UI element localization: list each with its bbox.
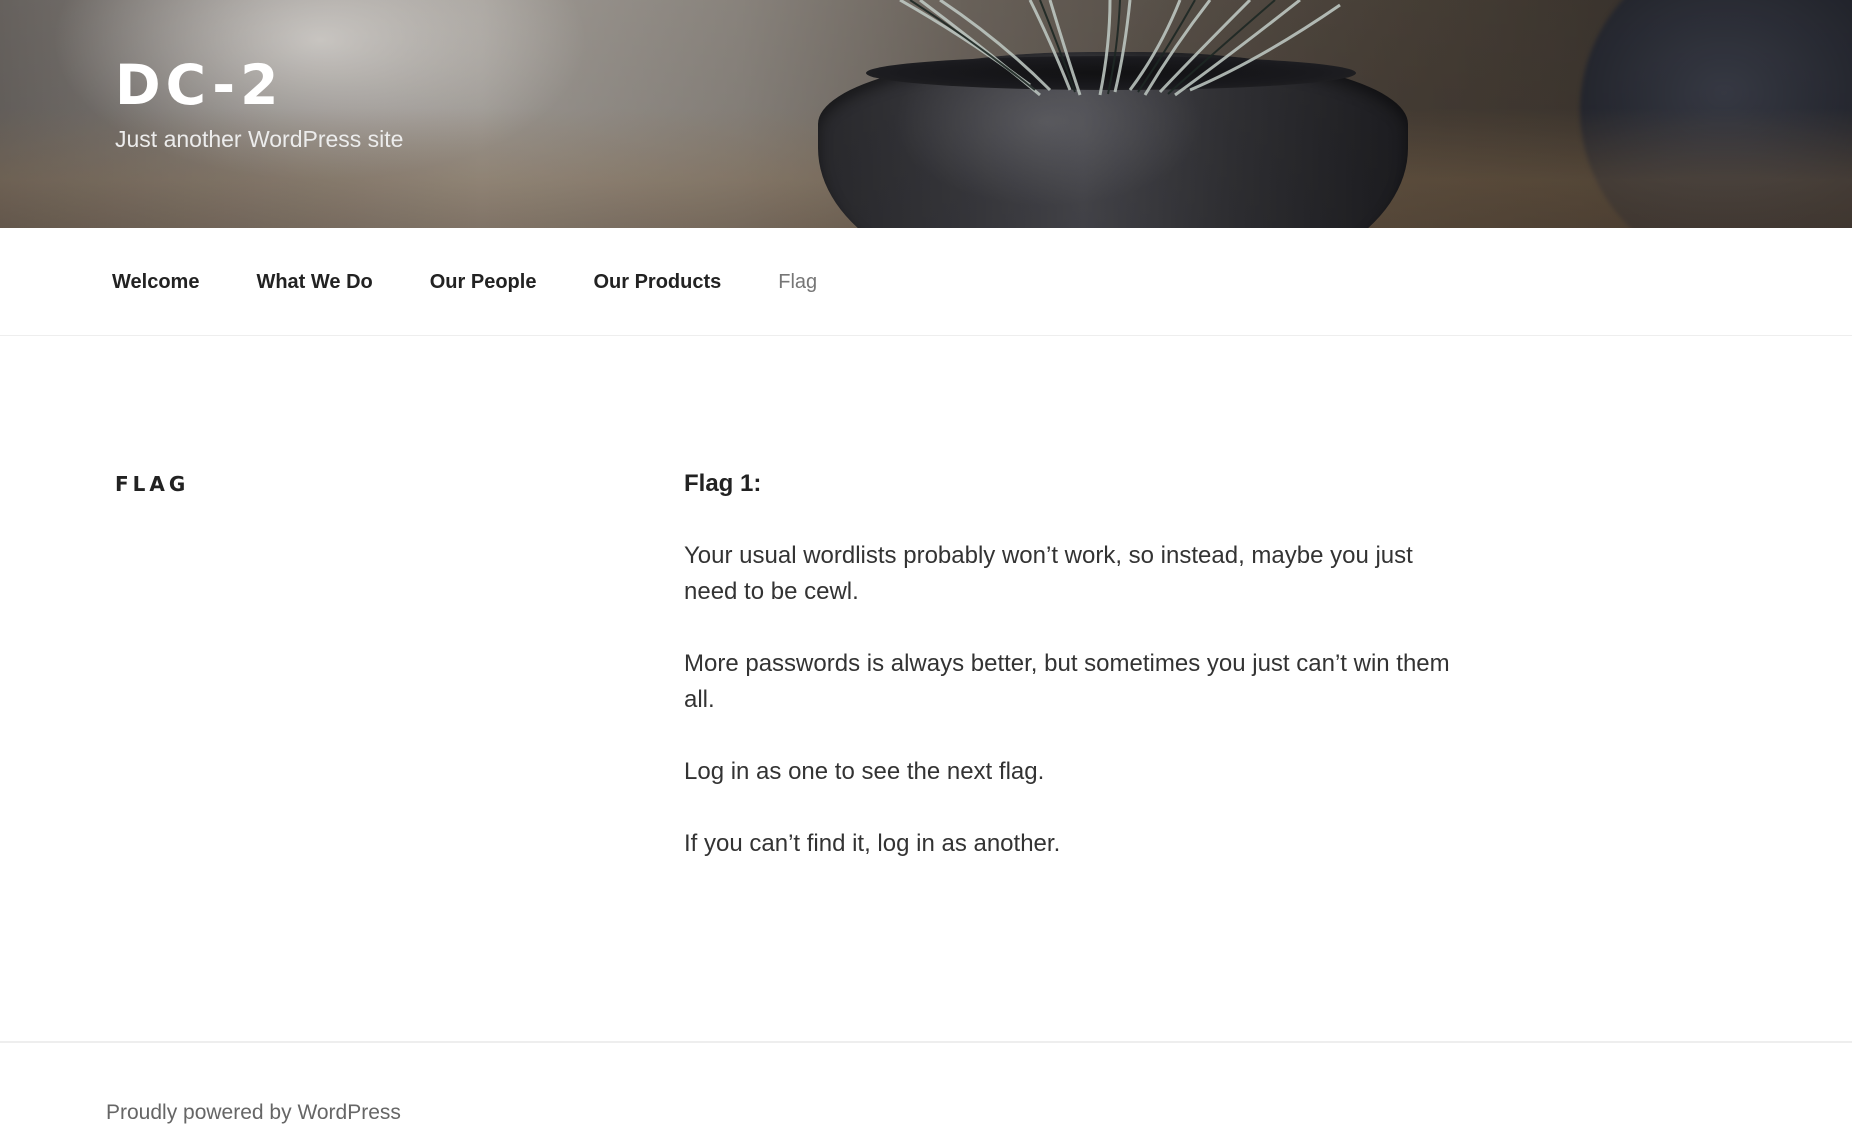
primary-navigation: Welcome What We Do Our People Our Produc…: [0, 228, 1852, 336]
page-title: FLAG: [115, 472, 190, 496]
nav-item-flag: Flag: [778, 263, 817, 302]
site-header: DC-2 Just another WordPress site: [0, 0, 1852, 228]
nav-link-what-we-do[interactable]: What We Do: [256, 263, 372, 302]
nav-link-welcome[interactable]: Welcome: [112, 263, 199, 302]
paragraph-log-in-another: If you can’t find it, log in as another.: [684, 830, 1061, 857]
powered-by-wordpress-link[interactable]: Proudly powered by WordPress: [106, 1101, 401, 1125]
paragraph-passwords: More passwords is always better, but som…: [684, 650, 1450, 713]
site-footer: Proudly powered by WordPress: [0, 1041, 1852, 1144]
nav-link-flag[interactable]: Flag: [778, 263, 817, 302]
paragraph-log-in: Log in as one to see the next flag.: [684, 758, 1045, 785]
nav-link-our-people[interactable]: Our People: [430, 263, 537, 302]
nav-item-welcome: Welcome: [112, 263, 199, 302]
nav-menu: Welcome What We Do Our People Our Produc…: [112, 228, 874, 336]
nav-link-our-products[interactable]: Our Products: [593, 263, 721, 302]
paragraph-wordlists: Your usual wordlists probably won’t work…: [684, 542, 1413, 605]
flag-heading: Flag 1:: [684, 470, 762, 497]
entry-content: Flag 1: Your usual wordlists probably wo…: [684, 466, 1454, 898]
site-title-link[interactable]: DC-2: [115, 52, 403, 118]
site-branding: DC-2 Just another WordPress site: [115, 52, 403, 154]
nav-item-what-we-do: What We Do: [256, 263, 372, 302]
nav-item-our-products: Our Products: [593, 263, 721, 302]
site-description: Just another WordPress site: [115, 126, 404, 152]
main-content: FLAG Flag 1: Your usual wordlists probab…: [0, 336, 1852, 1041]
nav-item-our-people: Our People: [430, 263, 537, 302]
